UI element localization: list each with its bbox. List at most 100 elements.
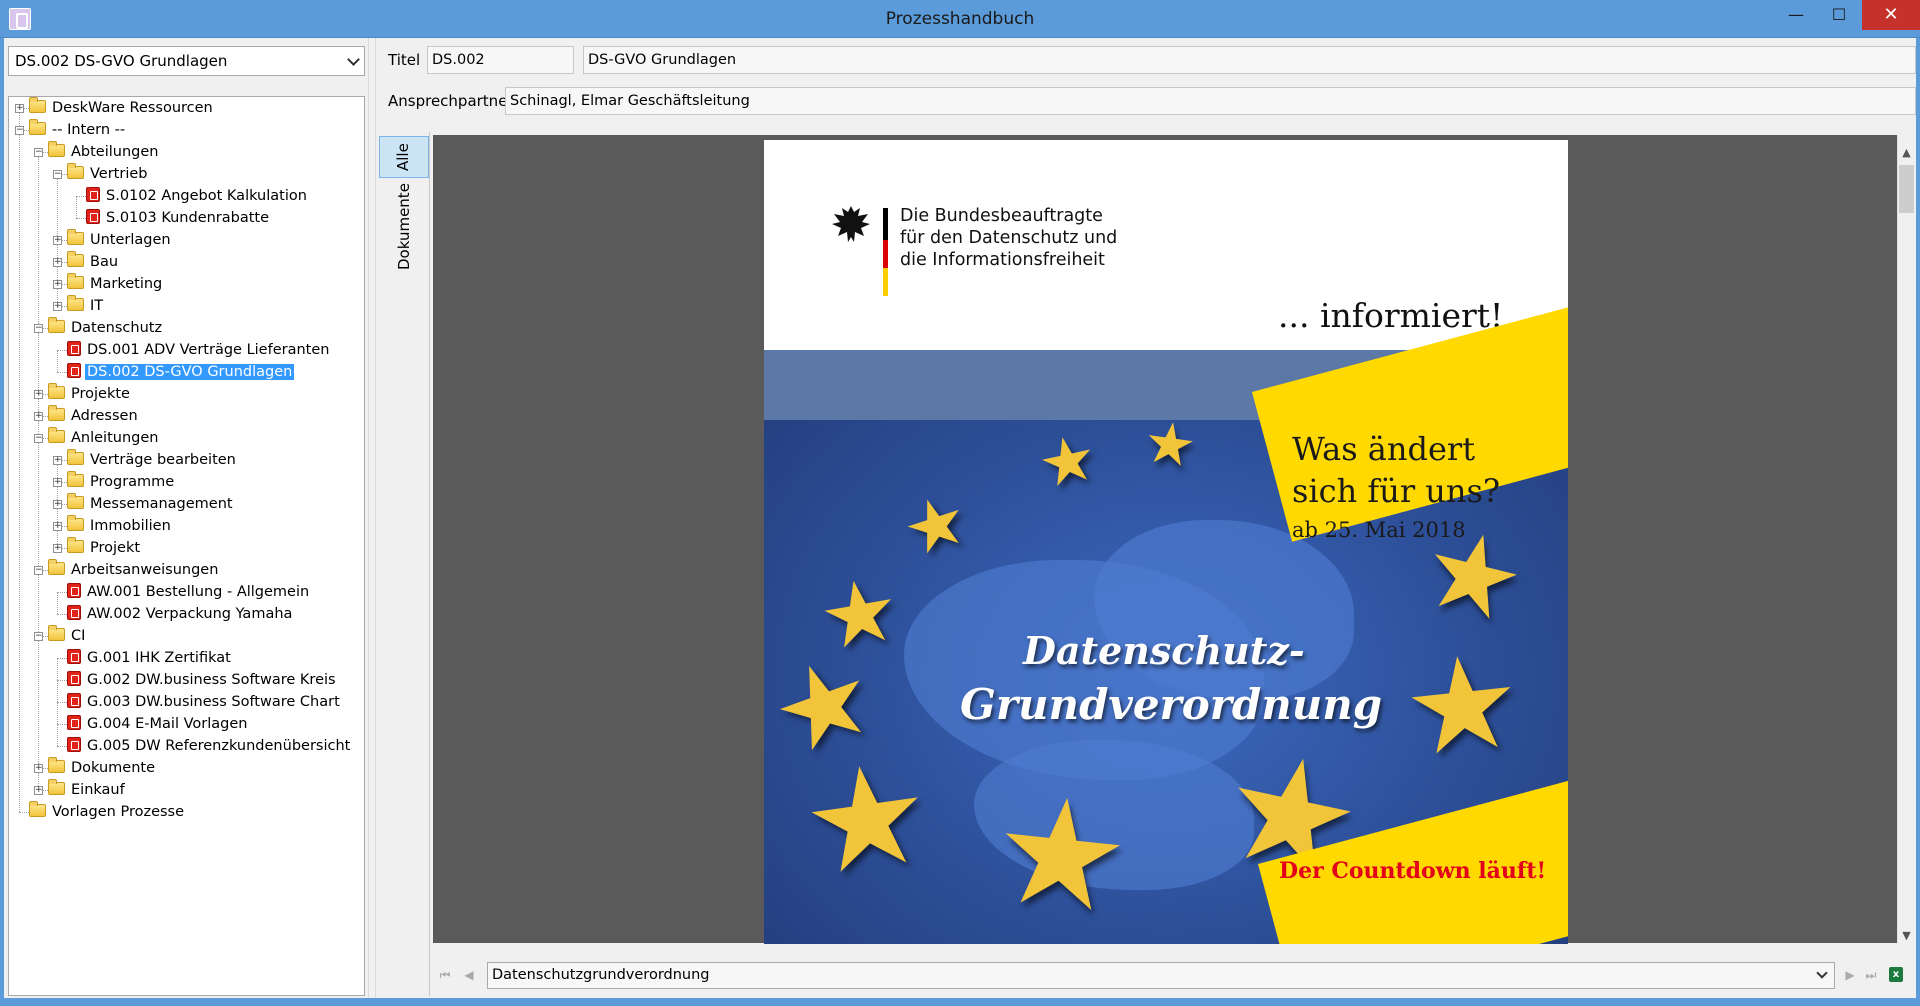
tree-item-document[interactable]: G.004 E-Mail Vorlagen (67, 713, 249, 735)
process-select[interactable]: DS.002 DS-GVO Grundlagen (8, 46, 365, 76)
tree-expander-icon[interactable]: + (53, 302, 62, 311)
tree-item-document[interactable]: AW.001 Bestellung - Allgemein (67, 581, 311, 603)
tree-item-label: Vertrieb (90, 166, 148, 182)
tree-item-folder[interactable]: CI (48, 624, 87, 647)
tree-item-folder[interactable]: Vertrieb (67, 162, 149, 185)
prev-page-button[interactable]: ◀ (461, 966, 477, 984)
tree-item-document[interactable]: G.005 DW Referenzkundenübersicht (67, 735, 352, 757)
tree-item-document[interactable]: G.003 DW.business Software Chart (67, 691, 342, 713)
tree-item-document[interactable]: S.0102 Angebot Kalkulation (86, 185, 309, 207)
tree-item-folder[interactable]: -- Intern -- (29, 118, 127, 141)
tree-item-document[interactable]: S.0103 Kundenrabatte (86, 207, 271, 229)
tree-expander-icon[interactable]: − (34, 566, 43, 575)
process-tree[interactable]: DeskWare Ressourcen + -- Intern -- − Abteilu… (8, 96, 365, 996)
minimize-button[interactable]: — (1777, 0, 1815, 30)
tree-item-document[interactable]: DS.001 ADV Verträge Lieferanten (67, 339, 331, 361)
tree-expander-icon[interactable]: + (53, 500, 62, 509)
flyer-question-line-2: sich für uns? (1292, 472, 1501, 510)
tree-item-label: Marketing (90, 276, 163, 292)
tree-expander-icon[interactable]: + (53, 522, 62, 531)
next-page-button[interactable]: ▶ (1842, 966, 1858, 984)
tree-item-label: Datenschutz (71, 320, 163, 336)
tree-expander-icon[interactable]: + (34, 764, 43, 773)
tree-item-folder[interactable]: Immobilien (67, 514, 173, 537)
tree-item-folder[interactable]: Abteilungen (48, 140, 160, 163)
maximize-button[interactable]: ☐ (1820, 0, 1858, 30)
tree-expander-icon[interactable]: + (53, 236, 62, 245)
tree-item-folder[interactable]: Bau (67, 250, 120, 273)
chevron-down-icon[interactable] (1816, 967, 1828, 979)
tree-expander-icon[interactable]: − (34, 632, 43, 641)
document-icon (67, 648, 81, 664)
folder-icon (67, 492, 84, 509)
tree-item-folder[interactable]: Arbeitsanweisungen (48, 558, 220, 581)
tree-item-folder[interactable]: Dokumente (48, 756, 157, 779)
tree-expander-icon[interactable]: + (53, 456, 62, 465)
document-select[interactable]: Datenschutzgrundverordnung (487, 962, 1835, 989)
tree-expander-icon[interactable]: + (53, 544, 62, 553)
tree-item-folder[interactable]: Einkauf (48, 778, 127, 801)
flyer-tagline: ... informiert! (1278, 296, 1504, 335)
tree-item-folder[interactable]: Adressen (48, 404, 140, 427)
tree-item-document[interactable]: DS.002 DS-GVO Grundlagen (67, 361, 295, 383)
titel-code-field[interactable]: DS.002 (427, 46, 574, 74)
tree-connector (57, 658, 58, 680)
close-button[interactable]: ✕ (1862, 0, 1920, 30)
tree-item-label: G.001 IHK Zertifikat (87, 650, 231, 666)
tree-item-folder[interactable]: Messemanagement (67, 492, 235, 515)
tree-item-label: S.0102 Angebot Kalkulation (106, 188, 307, 204)
eu-star-icon: ★ (1139, 406, 1201, 482)
tree-item-folder[interactable]: Verträge bearbeiten (67, 448, 238, 471)
tree-item-folder[interactable]: DeskWare Ressourcen (29, 97, 215, 119)
document-icon (67, 362, 81, 378)
window-border-bottom (0, 998, 1920, 1006)
document-icon (67, 736, 81, 752)
tree-item-folder[interactable]: Vorlagen Prozesse (29, 800, 186, 823)
contact-field[interactable]: Schinagl, Elmar Geschäftsleitung (505, 87, 1916, 115)
titel-name-field[interactable]: DS-GVO Grundlagen (583, 46, 1916, 74)
tree-expander-icon[interactable]: − (34, 148, 43, 157)
tab-alle[interactable]: Alle (379, 136, 429, 178)
tree-expander-icon[interactable]: + (34, 786, 43, 795)
tree-item-label: Arbeitsanweisungen (71, 562, 219, 578)
tree-expander-icon[interactable]: − (34, 324, 43, 333)
tree-item-document[interactable]: AW.002 Verpackung Yamaha (67, 603, 294, 625)
excel-export-icon[interactable]: x (1889, 967, 1903, 982)
viewer-scrollbar[interactable] (1897, 135, 1916, 943)
tree-expander-icon[interactable]: + (15, 104, 24, 113)
tree-item-label: Projekte (71, 386, 130, 402)
document-icon (67, 670, 81, 686)
panel-splitter[interactable] (368, 38, 376, 998)
tree-expander-icon[interactable]: + (53, 258, 62, 267)
folder-icon (67, 228, 84, 245)
scroll-up-icon[interactable]: ▲ (1897, 143, 1916, 163)
tree-item-folder[interactable]: Projekt (67, 536, 142, 559)
tree-item-folder[interactable]: Programme (67, 470, 176, 493)
tree-item-label: Dokumente (71, 760, 156, 776)
tree-item-label: Adressen (71, 408, 138, 424)
tree-item-folder[interactable]: Unterlagen (67, 228, 173, 251)
tree-item-folder[interactable]: Marketing (67, 272, 164, 295)
tree-item-label: Anleitungen (71, 430, 159, 446)
tree-item-folder[interactable]: Projekte (48, 382, 132, 405)
tree-item-folder[interactable]: IT (67, 294, 105, 317)
tree-expander-icon[interactable]: − (53, 170, 62, 179)
tree-item-document[interactable]: G.002 DW.business Software Kreis (67, 669, 338, 691)
folder-icon (48, 756, 65, 773)
tree-expander-icon[interactable]: + (53, 280, 62, 289)
tree-expander-icon[interactable]: + (53, 478, 62, 487)
tree-expander-icon[interactable]: + (34, 412, 43, 421)
tree-connector (76, 196, 77, 218)
tree-expander-icon[interactable]: − (34, 434, 43, 443)
tree-expander-icon[interactable]: − (15, 126, 24, 135)
tree-item-folder[interactable]: Anleitungen (48, 426, 160, 449)
tree-expander-icon[interactable]: + (34, 390, 43, 399)
tree-item-folder[interactable]: Datenschutz (48, 316, 164, 339)
scrollbar-thumb[interactable] (1899, 165, 1914, 213)
first-page-button[interactable]: ⏮ (437, 966, 453, 984)
scroll-down-icon[interactable]: ▼ (1897, 926, 1916, 946)
last-page-button[interactable]: ⏭ (1863, 966, 1879, 984)
chevron-down-icon[interactable] (347, 53, 360, 66)
tree-item-document[interactable]: G.001 IHK Zertifikat (67, 647, 233, 669)
tab-dokumente[interactable]: Dokumente (385, 183, 421, 274)
